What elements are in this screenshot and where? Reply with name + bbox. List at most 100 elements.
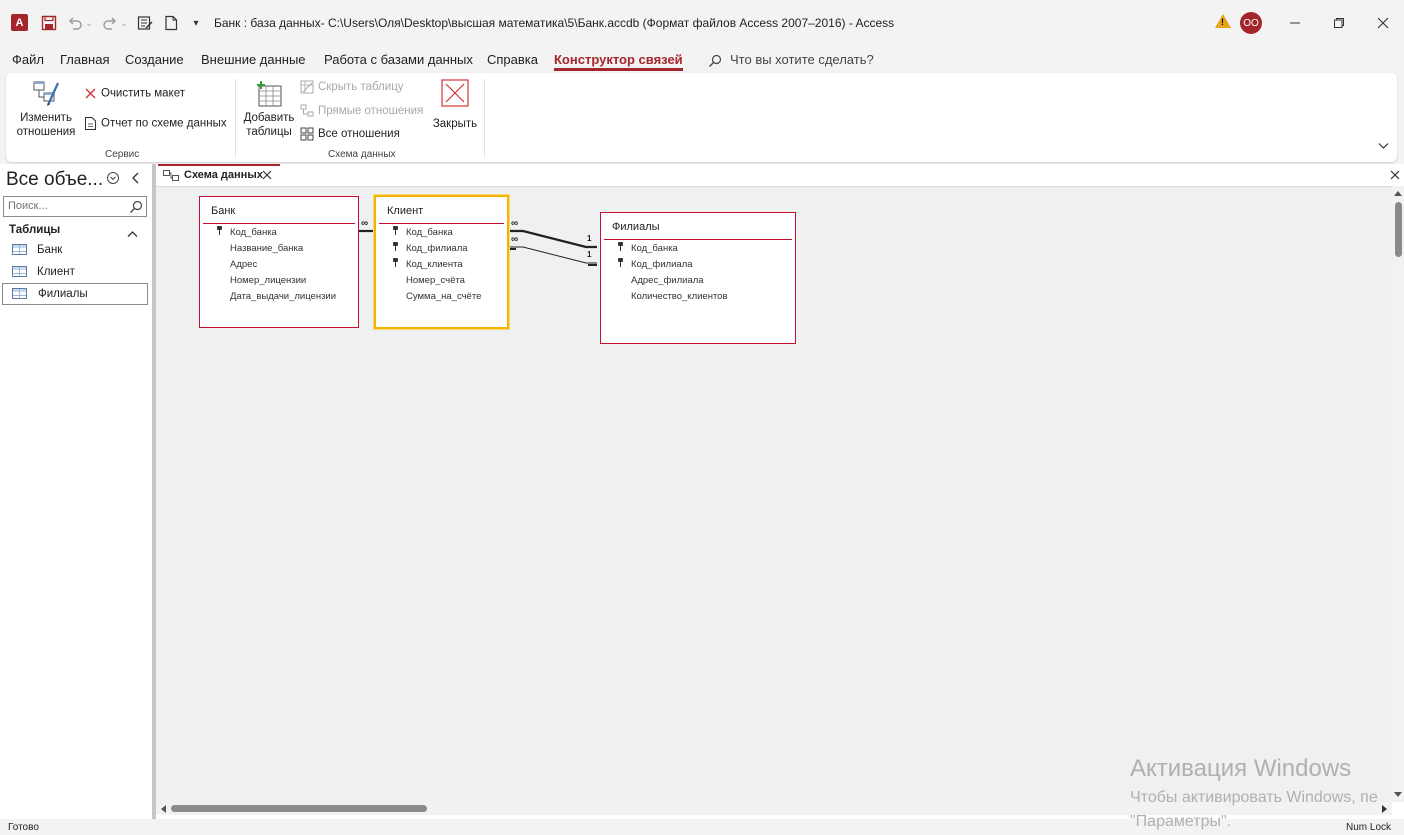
status-text: Готово — [8, 822, 39, 833]
new-document-icon[interactable] — [162, 14, 180, 32]
hide-table-button[interactable]: Скрыть таблицу — [300, 80, 404, 94]
relation-label-one: 1 — [587, 250, 592, 259]
tab-relationship-design[interactable]: Конструктор связей — [554, 52, 683, 71]
tab-home[interactable]: Главная — [60, 52, 109, 67]
edit-relations-button[interactable]: Изменить отношения — [15, 79, 77, 139]
table-field[interactable]: Количество_клиентов — [631, 291, 728, 302]
customize-toolbar-icon[interactable]: ▾ — [190, 14, 202, 32]
hide-table-icon — [300, 80, 314, 94]
group-separator — [484, 79, 485, 157]
document-area: Схема данных ∞ ∞ ∞ 1 1 Банк Код_банка На… — [156, 164, 1404, 819]
tell-me-search[interactable]: Что вы хотите сделать? — [708, 52, 874, 68]
nav-section-tables[interactable]: Таблицы — [9, 224, 60, 236]
table-field[interactable]: Код_клиента — [406, 259, 463, 270]
ribbon-tabs: Файл Главная Создание Внешние данные Раб… — [0, 46, 1404, 73]
table-field[interactable]: Номер_лицензии — [230, 275, 306, 286]
ribbon: Изменить отношения Очистить макет Отчет … — [6, 73, 1397, 162]
close-relations-button[interactable]: Закрыть — [430, 79, 480, 131]
vertical-scroll-thumb[interactable] — [1395, 202, 1402, 257]
key-icon — [393, 226, 398, 235]
navigation-pane: Все объе... Таблицы Банк Клиент Филиалы — [0, 164, 152, 819]
tab-database-tools[interactable]: Работа с базами данных — [324, 52, 473, 67]
vertical-scrollbar[interactable] — [1392, 186, 1404, 802]
table-field[interactable]: Код_банка — [230, 227, 277, 238]
table-field[interactable]: Дата_выдачи_лицензии — [230, 291, 336, 302]
relationships-canvas[interactable]: ∞ ∞ ∞ 1 1 Банк Код_банка Название_банка … — [156, 186, 1392, 802]
warning-icon[interactable]: ! — [1215, 14, 1231, 28]
schema-report-button[interactable]: Отчет по схеме данных — [84, 116, 227, 131]
close-tab-button[interactable] — [262, 167, 272, 183]
activation-watermark-text: Чтобы активировать Windows, пе — [1130, 789, 1378, 806]
access-window: A ⌄ ⌄ ▾ Банк : база данных- C:\Users\Оля… — [0, 0, 1404, 835]
relation-label-one: 1 — [587, 234, 592, 243]
table-box-client[interactable]: Клиент Код_банка Код_филиала Код_клиента… — [374, 195, 509, 329]
redo-icon[interactable] — [101, 14, 119, 32]
table-field[interactable]: Код_банка — [406, 227, 453, 238]
key-icon — [217, 226, 222, 235]
scroll-left-icon — [161, 805, 166, 813]
activation-watermark-title: Активация Windows — [1130, 755, 1352, 782]
key-icon — [618, 242, 623, 251]
edit-relations-line1: Изменить — [20, 112, 72, 124]
nav-pane-title[interactable]: Все объе... — [6, 169, 103, 191]
table-field[interactable]: Адрес_филиала — [631, 275, 704, 286]
nav-item-bank[interactable]: Банк — [2, 239, 148, 261]
add-tables-icon — [257, 81, 282, 107]
table-box-bank[interactable]: Банк Код_банка Название_банка Адрес Номе… — [199, 196, 359, 328]
redo-dropdown-icon[interactable]: ⌄ — [119, 14, 129, 32]
restore-button[interactable] — [1325, 10, 1353, 36]
close-window-button[interactable] — [1369, 10, 1397, 36]
close-icon — [262, 170, 272, 180]
add-tables-button[interactable]: Добавить таблицы — [242, 79, 296, 139]
nav-search-input[interactable] — [8, 200, 126, 212]
clear-icon — [85, 88, 96, 99]
direct-relations-button[interactable]: Прямые отношения — [300, 104, 423, 118]
table-field[interactable]: Код_филиала — [631, 259, 693, 270]
nav-item-client[interactable]: Клиент — [2, 261, 148, 283]
nav-search-box — [3, 196, 147, 217]
table-box-divider — [379, 223, 504, 224]
group-service-label: Сервис — [105, 149, 140, 160]
nav-item-label: Клиент — [37, 266, 75, 278]
relation-label-many: ∞ — [511, 218, 519, 229]
num-lock-indicator: Num Lock — [1345, 822, 1391, 833]
table-field[interactable]: Номер_счёта — [406, 275, 465, 286]
clear-layout-button[interactable]: Очистить макет — [84, 87, 185, 100]
table-field[interactable]: Название_банка — [230, 243, 303, 254]
tab-create[interactable]: Создание — [125, 52, 184, 67]
close-document-button[interactable] — [1390, 167, 1400, 183]
search-icon[interactable] — [129, 200, 143, 214]
tab-help[interactable]: Справка — [487, 52, 538, 67]
clear-layout-label: Очистить макет — [101, 87, 185, 100]
all-relations-button[interactable]: Все отношения — [300, 127, 400, 141]
table-field[interactable]: Код_филиала — [406, 243, 468, 254]
tab-file[interactable]: Файл — [12, 52, 44, 67]
scroll-right-icon — [1382, 805, 1387, 813]
report-icon — [85, 117, 96, 130]
undo-dropdown-icon[interactable]: ⌄ — [84, 14, 94, 32]
horizontal-scroll-thumb[interactable] — [171, 805, 427, 812]
chevron-down-icon — [1378, 143, 1389, 149]
table-field[interactable]: Адрес — [230, 259, 257, 270]
close-label: Закрыть — [432, 118, 478, 130]
relation-client-branches-line1 — [510, 229, 597, 249]
relation-label-many: ∞ — [361, 218, 369, 229]
table-field[interactable]: Код_банка — [631, 243, 678, 254]
save-icon[interactable] — [40, 14, 58, 32]
minimize-button[interactable] — [1281, 10, 1309, 36]
undo-icon[interactable] — [66, 14, 84, 32]
form-icon[interactable] — [136, 14, 154, 32]
nav-item-branches[interactable]: Филиалы — [2, 283, 148, 305]
table-icon — [12, 244, 27, 255]
search-icon — [709, 54, 722, 67]
table-field[interactable]: Сумма_на_счёте — [406, 291, 481, 302]
tab-external-data[interactable]: Внешние данные — [201, 52, 306, 67]
table-box-branches[interactable]: Филиалы Код_банка Код_филиала Адрес_фили… — [600, 212, 796, 344]
table-icon — [12, 288, 27, 299]
nav-collapse-button[interactable] — [130, 171, 140, 190]
nav-menu-button[interactable] — [106, 171, 120, 190]
tell-me-label: Что вы хотите сделать? — [730, 52, 874, 67]
table-icon — [12, 266, 27, 277]
avatar[interactable]: OO — [1240, 12, 1262, 34]
collapse-ribbon-button[interactable] — [1378, 141, 1389, 153]
